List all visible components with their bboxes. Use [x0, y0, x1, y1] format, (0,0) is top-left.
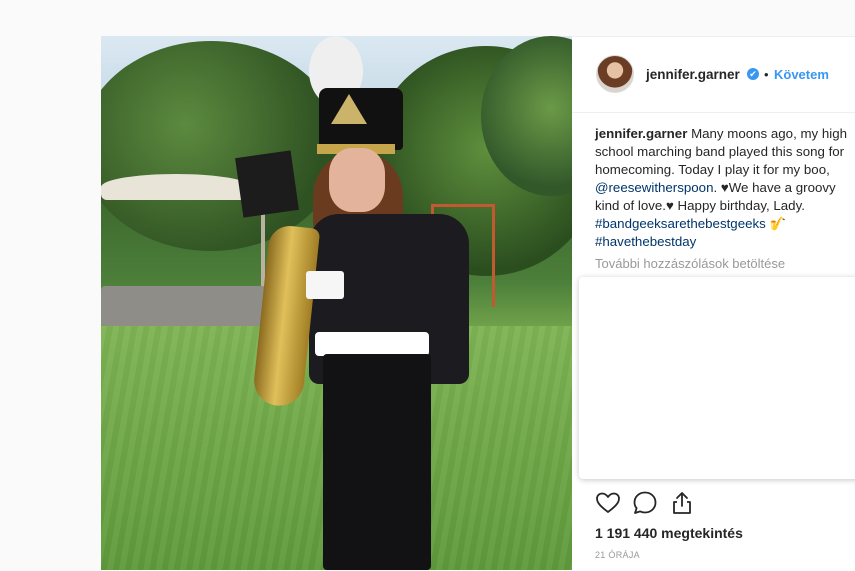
- saxophone-emoji: 🎷: [765, 216, 787, 231]
- separator-dot: •: [764, 67, 769, 82]
- post-video[interactable]: [101, 36, 572, 570]
- video-person-face: [329, 148, 385, 212]
- post-side-panel: jennifer.garner ✔ • Követem jennifer.gar…: [572, 36, 855, 571]
- avatar[interactable]: [596, 55, 634, 93]
- caption-text: . ♥We have a groovy: [713, 180, 836, 195]
- caption-line: #bandgeeksarethebestgeeks 🎷: [595, 215, 855, 233]
- post-caption: jennifer.garner Many moons ago, my high …: [595, 125, 855, 251]
- caption-line: jennifer.garner Many moons ago, my high: [595, 125, 855, 143]
- video-person-legs: [323, 354, 431, 570]
- verified-badge-icon: ✔: [747, 68, 759, 80]
- post-username[interactable]: jennifer.garner: [646, 67, 740, 82]
- video-music-lyre: [235, 150, 299, 218]
- heart-icon[interactable]: [594, 489, 622, 517]
- action-bar: [594, 489, 734, 519]
- load-more-comments[interactable]: További hozzászólások betöltése: [595, 256, 785, 271]
- view-count[interactable]: 1 191 440 megtekintés: [595, 525, 743, 541]
- blank-popup-panel: [579, 277, 855, 479]
- share-icon[interactable]: [668, 489, 696, 517]
- caption-line: #havethebestday: [595, 233, 855, 251]
- caption-line: homecoming. Today I play it for my boo,: [595, 161, 855, 179]
- mention-link[interactable]: @reesewitherspoon: [595, 180, 713, 195]
- hashtag-link[interactable]: #havethebestday: [595, 234, 696, 249]
- caption-text: Many moons ago, my high: [687, 126, 848, 141]
- caption-text: school marching band played this song fo…: [595, 144, 845, 159]
- video-furniture: [101, 286, 266, 326]
- caption-line: kind of love.♥ Happy birthday, Lady.: [595, 197, 855, 215]
- caption-text: kind of love.♥ Happy birthday, Lady.: [595, 198, 805, 213]
- video-person-sash: [315, 332, 429, 356]
- caption-line: @reesewitherspoon. ♥We have a groovy: [595, 179, 855, 197]
- caption-text: homecoming. Today I play it for my boo,: [595, 162, 830, 177]
- post-header: jennifer.garner ✔ • Követem: [572, 37, 855, 113]
- video-umbrella: [101, 174, 251, 200]
- follow-button[interactable]: Követem: [774, 67, 829, 82]
- hashtag-link[interactable]: #bandgeeksarethebestgeeks: [595, 216, 766, 231]
- video-tree: [101, 41, 341, 251]
- caption-username[interactable]: jennifer.garner: [595, 126, 687, 141]
- post-timestamp: 21 ÓRÁJA: [595, 550, 640, 560]
- video-glove: [306, 271, 344, 299]
- caption-line: school marching band played this song fo…: [595, 143, 855, 161]
- video-hat-emblem: [331, 94, 367, 124]
- comment-icon[interactable]: [631, 489, 659, 517]
